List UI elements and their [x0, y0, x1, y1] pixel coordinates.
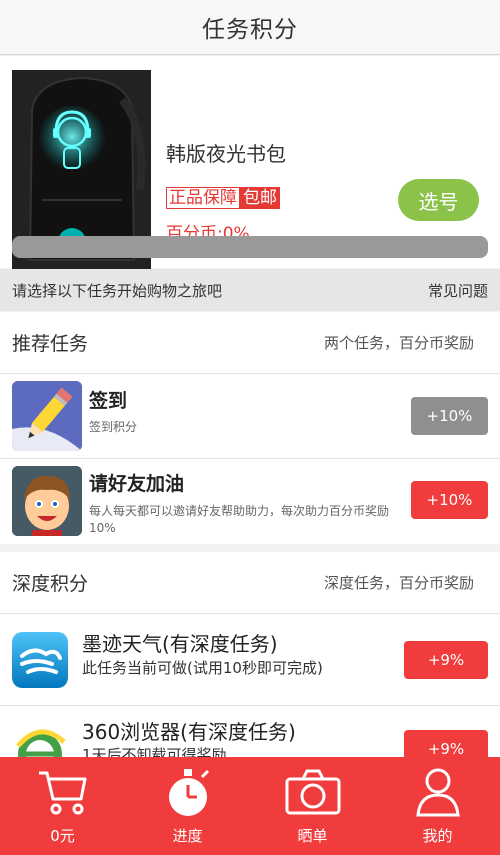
product-tags: 正品保障 包邮	[166, 187, 280, 209]
app-header: 任务积分	[0, 0, 500, 55]
task-row-invite[interactable]: 请好友加油 每人每天都可以邀请好友帮助助力，每次助力百分币奖励10% +10%	[0, 459, 500, 544]
bottom-nav: 0元 进度 晒单 我的	[0, 757, 500, 855]
task-row-moji[interactable]: 墨迹天气(有深度任务) 此任务当前可做(试用10秒即可完成) +9%	[0, 614, 500, 706]
stopwatch-icon	[168, 769, 209, 816]
moji-reward-button[interactable]: +9%	[404, 641, 488, 679]
360-reward-button[interactable]: +9%	[404, 730, 488, 757]
cart-icon	[38, 771, 86, 815]
faq-link[interactable]: 常见问题	[428, 280, 488, 301]
page-title: 任务积分	[202, 17, 298, 43]
deep-header: 深度积分 深度任务，百分币奖励	[0, 552, 500, 614]
intro-bar: 请选择以下任务开始购物之旅吧 常见问题	[0, 269, 500, 311]
intro-text: 请选择以下任务开始购物之旅吧	[12, 281, 223, 300]
tag-free-shipping: 包邮	[240, 187, 280, 209]
nav-item-mine[interactable]: 我的	[375, 757, 500, 855]
pencil-icon	[12, 381, 82, 451]
task-desc: 每人每天都可以邀请好友帮助助力，每次助力百分币奖励10%	[89, 504, 390, 535]
invite-reward-button[interactable]: +10%	[411, 481, 488, 519]
product-name[interactable]: 韩版夜光书包	[166, 138, 286, 167]
user-icon	[415, 768, 460, 817]
recommended-title: 推荐任务	[12, 333, 89, 355]
nav-label: 0元	[50, 827, 75, 845]
deep-title: 深度积分	[12, 573, 89, 595]
boy-avatar-icon	[12, 466, 82, 536]
task-title: 360浏览器(有深度任务)	[82, 720, 296, 744]
nav-label: 晒单	[297, 827, 328, 845]
deep-section: 深度积分 深度任务，百分币奖励 墨迹天气(有深度任务) 此任务当前可做(试用10…	[0, 552, 500, 757]
recommended-subtitle: 两个任务，百分币奖励	[323, 334, 474, 352]
camera-icon	[285, 769, 340, 815]
tag-genuine: 正品保障	[166, 187, 240, 209]
nav-item-progress[interactable]: 进度	[125, 757, 250, 855]
deep-subtitle: 深度任务，百分币奖励	[323, 574, 474, 592]
360-browser-icon	[12, 724, 68, 757]
recommended-section: 推荐任务 两个任务，百分币奖励 签到 签到积分 +10% 请好友加油 每人每天都…	[0, 312, 500, 544]
checkin-reward-button[interactable]: +10%	[411, 397, 488, 435]
nav-label: 进度	[172, 827, 203, 845]
task-title: 请好友加油	[89, 473, 185, 495]
task-title: 墨迹天气(有深度任务)	[82, 632, 278, 656]
moji-weather-icon	[12, 632, 68, 688]
nav-item-show-order[interactable]: 晒单	[250, 757, 375, 855]
progress-bar	[12, 236, 488, 258]
task-desc: 签到积分	[89, 420, 138, 434]
task-desc: 1天后不卸载可得奖励	[82, 746, 227, 758]
nav-item-zero-yuan[interactable]: 0元	[0, 757, 125, 855]
select-number-button[interactable]: 选号	[398, 179, 479, 221]
task-desc: 此任务当前可做(试用10秒即可完成)	[82, 659, 323, 677]
recommended-header: 推荐任务 两个任务，百分币奖励	[0, 312, 500, 374]
task-row-360[interactable]: 360浏览器(有深度任务) 1天后不卸载可得奖励 +9%	[0, 706, 500, 757]
task-title: 签到	[89, 390, 128, 412]
task-row-checkin[interactable]: 签到 签到积分 +10%	[0, 374, 500, 459]
nav-label: 我的	[422, 827, 453, 845]
